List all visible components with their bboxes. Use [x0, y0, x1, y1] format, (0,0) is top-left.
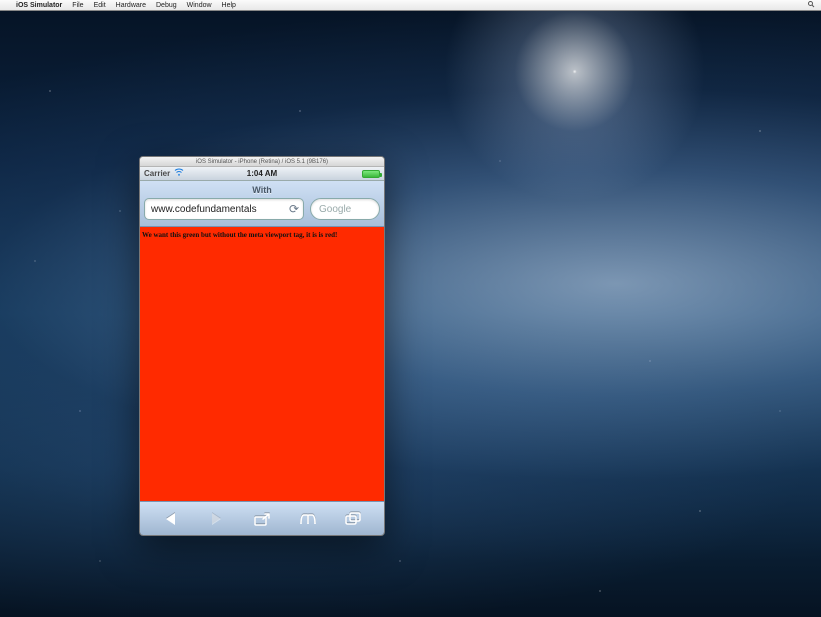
menu-hardware[interactable]: Hardware — [116, 2, 146, 9]
menu-window[interactable]: Window — [187, 2, 212, 9]
status-clock: 1:04 AM — [247, 169, 277, 178]
app-menu[interactable]: iOS Simulator — [16, 2, 62, 9]
simulator-titlebar[interactable]: iOS Simulator - iPhone (Retina) / iOS 5.… — [140, 157, 384, 167]
tabs-button[interactable] — [339, 507, 367, 531]
url-text: www.codefundamentals — [151, 204, 257, 215]
carrier-label: Carrier — [144, 169, 170, 178]
ios-screen: Carrier 1:04 AM With www.codefundamental… — [140, 167, 384, 535]
safari-toolbar — [140, 501, 384, 535]
share-button[interactable] — [248, 507, 276, 531]
spotlight-icon[interactable] — [807, 0, 815, 10]
back-button[interactable] — [157, 507, 185, 531]
menu-file[interactable]: File — [72, 2, 83, 9]
search-placeholder: Google — [319, 204, 351, 215]
wifi-icon — [174, 168, 184, 179]
search-field[interactable]: Google — [310, 198, 380, 220]
menu-edit[interactable]: Edit — [94, 2, 106, 9]
simulator-title: iOS Simulator - iPhone (Retina) / iOS 5.… — [196, 159, 328, 165]
menu-help[interactable]: Help — [222, 2, 236, 9]
url-field[interactable]: www.codefundamentals ⟳ — [144, 198, 304, 220]
web-content[interactable]: We want this green but without the meta … — [140, 227, 384, 501]
page-title: With — [144, 183, 380, 198]
reload-icon[interactable]: ⟳ — [285, 202, 299, 216]
forward-button[interactable] — [202, 507, 230, 531]
bookmarks-button[interactable] — [294, 507, 322, 531]
battery-icon — [362, 170, 380, 178]
desktop-wallpaper — [0, 11, 821, 617]
menu-debug[interactable]: Debug — [156, 2, 177, 9]
ios-simulator-window: iOS Simulator - iPhone (Retina) / iOS 5.… — [139, 156, 385, 536]
safari-navigation-bar: With www.codefundamentals ⟳ Google — [140, 181, 384, 227]
ios-status-bar: Carrier 1:04 AM — [140, 167, 384, 181]
page-body-text: We want this green but without the meta … — [142, 231, 382, 239]
mac-menubar: iOS Simulator File Edit Hardware Debug W… — [0, 0, 821, 11]
